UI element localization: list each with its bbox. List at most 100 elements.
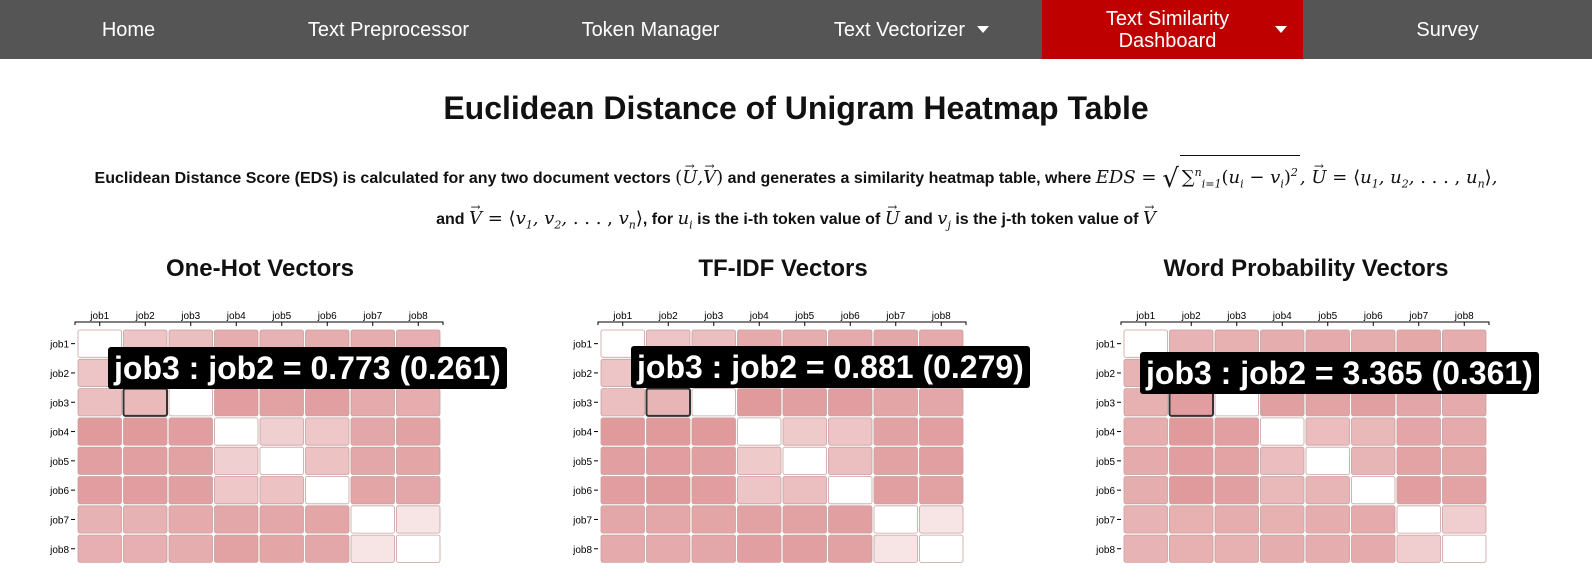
heatmap-cell-job7-job6[interactable] [305, 505, 350, 534]
heatmap-cell-job7-job7[interactable] [350, 505, 395, 534]
heatmap-cell-job8-job3[interactable] [1214, 534, 1259, 563]
heatmap-cell-job4-job7[interactable] [1396, 417, 1441, 446]
heatmap-cell-job8-job2[interactable] [123, 534, 168, 563]
heatmap-cell-job4-job5[interactable] [1305, 417, 1350, 446]
heatmap-cell-job5-job6[interactable] [305, 446, 350, 475]
heatmap-cell-job7-job1[interactable] [600, 505, 645, 534]
heatmap-cell-job3-job5[interactable] [782, 388, 827, 417]
heatmap-cell-job6-job6[interactable] [305, 476, 350, 505]
heatmap-cell-job7-job5[interactable] [259, 505, 304, 534]
nav-item-token-manager[interactable]: Token Manager [520, 0, 781, 59]
heatmap-cell-job5-job2[interactable] [1169, 446, 1214, 475]
heatmap-cell-job6-job1[interactable] [600, 476, 645, 505]
heatmap-cell-job4-job5[interactable] [782, 417, 827, 446]
heatmap-cell-job7-job4[interactable] [1260, 505, 1305, 534]
heatmap-cell-job4-job4[interactable] [1260, 417, 1305, 446]
heatmap-cell-job6-job2[interactable] [646, 476, 691, 505]
heatmap-cell-job7-job7[interactable] [873, 505, 918, 534]
heatmap-cell-job5-job8[interactable] [919, 446, 964, 475]
heatmap-cell-job3-job6[interactable] [305, 388, 350, 417]
nav-item-text-similarity-dashboard[interactable]: Text Similarity Dashboard [1042, 0, 1303, 59]
heatmap-cell-job3-job7[interactable] [873, 388, 918, 417]
heatmap-cell-job7-job1[interactable] [1123, 505, 1168, 534]
heatmap-cell-job8-job7[interactable] [873, 534, 918, 563]
heatmap-cell-job4-job6[interactable] [828, 417, 873, 446]
heatmap-cell-job7-job6[interactable] [1351, 505, 1396, 534]
heatmap-cell-job5-job3[interactable] [168, 446, 213, 475]
heatmap-cell-job3-job2[interactable] [122, 387, 168, 417]
heatmap-cell-job7-job3[interactable] [1214, 505, 1259, 534]
heatmap-cell-job5-job1[interactable] [1123, 446, 1168, 475]
heatmap-cell-job8-job5[interactable] [1305, 534, 1350, 563]
heatmap-cell-job4-job8[interactable] [396, 417, 441, 446]
heatmap-cell-job5-job7[interactable] [873, 446, 918, 475]
heatmap-cell-job7-job8[interactable] [396, 505, 441, 534]
heatmap-cell-job4-job3[interactable] [691, 417, 736, 446]
heatmap-cell-job6-job8[interactable] [919, 476, 964, 505]
heatmap-cell-job3-job3[interactable] [168, 388, 213, 417]
heatmap-cell-job4-job7[interactable] [350, 417, 395, 446]
heatmap-cell-job8-job2[interactable] [1169, 534, 1214, 563]
heatmap-cell-job8-job6[interactable] [828, 534, 873, 563]
heatmap-cell-job8-job8[interactable] [919, 534, 964, 563]
heatmap-cell-job6-job5[interactable] [1305, 476, 1350, 505]
heatmap-cell-job5-job1[interactable] [600, 446, 645, 475]
heatmap-cell-job7-job2[interactable] [1169, 505, 1214, 534]
heatmap-cell-job7-job7[interactable] [1396, 505, 1441, 534]
heatmap-cell-job6-job4[interactable] [214, 476, 259, 505]
nav-item-text-vectorizer[interactable]: Text Vectorizer [781, 0, 1042, 59]
heatmap-cell-job3-job4[interactable] [214, 388, 259, 417]
heatmap-cell-job3-job3[interactable] [691, 388, 736, 417]
nav-item-text-preprocessor[interactable]: Text Preprocessor [257, 0, 520, 59]
heatmap-cell-job8-job7[interactable] [1396, 534, 1441, 563]
heatmap-cell-job8-job5[interactable] [259, 534, 304, 563]
heatmap-cell-job8-job7[interactable] [350, 534, 395, 563]
heatmap-cell-job7-job3[interactable] [168, 505, 213, 534]
heatmap-cell-job8-job1[interactable] [77, 534, 122, 563]
heatmap-cell-job8-job5[interactable] [782, 534, 827, 563]
heatmap-cell-job3-job8[interactable] [396, 388, 441, 417]
heatmap-cell-job4-job1[interactable] [600, 417, 645, 446]
heatmap-cell-job5-job4[interactable] [214, 446, 259, 475]
heatmap-cell-job6-job1[interactable] [1123, 476, 1168, 505]
heatmap-cell-job4-job4[interactable] [737, 417, 782, 446]
heatmap-cell-job7-job1[interactable] [77, 505, 122, 534]
heatmap-cell-job4-job3[interactable] [1214, 417, 1259, 446]
heatmap-cell-job6-job4[interactable] [1260, 476, 1305, 505]
heatmap-cell-job5-job6[interactable] [828, 446, 873, 475]
heatmap-cell-job4-job8[interactable] [1442, 417, 1487, 446]
heatmap-cell-job6-job3[interactable] [1214, 476, 1259, 505]
heatmap-cell-job6-job7[interactable] [873, 476, 918, 505]
heatmap-cell-job6-job2[interactable] [123, 476, 168, 505]
heatmap-cell-job4-job1[interactable] [1123, 417, 1168, 446]
heatmap-cell-job8-job6[interactable] [1351, 534, 1396, 563]
heatmap-cell-job7-job8[interactable] [919, 505, 964, 534]
heatmap-cell-job5-job6[interactable] [1351, 446, 1396, 475]
heatmap-cell-job6-job5[interactable] [259, 476, 304, 505]
heatmap-cell-job7-job2[interactable] [646, 505, 691, 534]
heatmap-cell-job7-job4[interactable] [214, 505, 259, 534]
heatmap-cell-job6-job8[interactable] [1442, 476, 1487, 505]
heatmap-cell-job5-job1[interactable] [77, 446, 122, 475]
heatmap-cell-job5-job5[interactable] [782, 446, 827, 475]
heatmap-cell-job8-job4[interactable] [214, 534, 259, 563]
heatmap-cell-job3-job6[interactable] [828, 388, 873, 417]
heatmap-cell-job8-job8[interactable] [396, 534, 441, 563]
heatmap-cell-job8-job4[interactable] [1260, 534, 1305, 563]
heatmap-cell-job7-job8[interactable] [1442, 505, 1487, 534]
heatmap-cell-job7-job6[interactable] [828, 505, 873, 534]
nav-item-survey[interactable]: Survey [1303, 0, 1592, 59]
heatmap-cell-job6-job2[interactable] [1169, 476, 1214, 505]
heatmap-cell-job4-job5[interactable] [259, 417, 304, 446]
heatmap-cell-job4-job3[interactable] [168, 417, 213, 446]
heatmap-cell-job5-job7[interactable] [1396, 446, 1441, 475]
heatmap-cell-job3-job7[interactable] [350, 388, 395, 417]
heatmap-cell-job6-job3[interactable] [168, 476, 213, 505]
heatmap-cell-job8-job2[interactable] [646, 534, 691, 563]
heatmap-cell-job8-job8[interactable] [1442, 534, 1487, 563]
heatmap-cell-job5-job2[interactable] [646, 446, 691, 475]
heatmap-cell-job5-job2[interactable] [123, 446, 168, 475]
heatmap-cell-job7-job2[interactable] [123, 505, 168, 534]
heatmap-cell-job6-job5[interactable] [782, 476, 827, 505]
nav-item-home[interactable]: Home [0, 0, 257, 59]
